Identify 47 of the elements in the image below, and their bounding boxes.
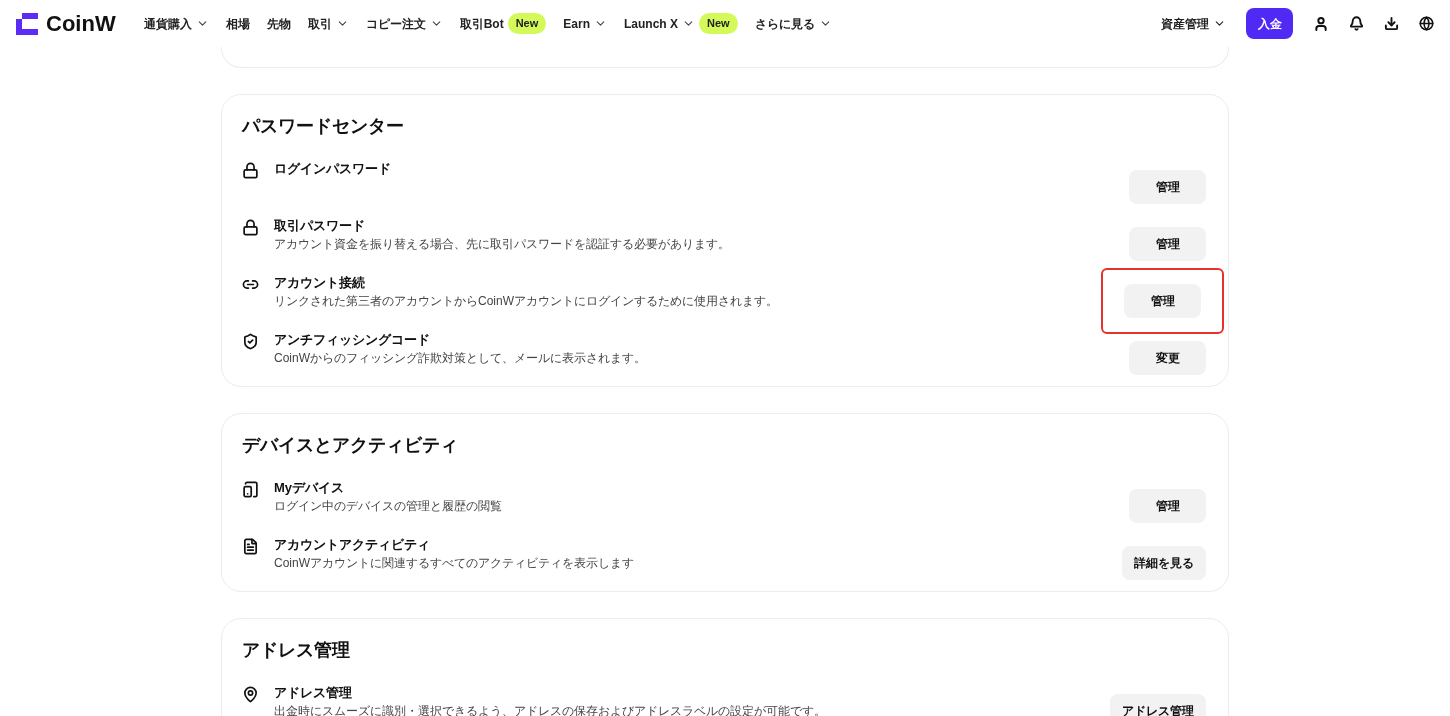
download-icon[interactable] xyxy=(1384,16,1399,31)
item-title: アンチフィッシングコード xyxy=(274,332,431,348)
section-title: アドレス管理 xyxy=(242,640,351,660)
new-badge: New xyxy=(507,13,547,34)
nav-link[interactable]: 取引 xyxy=(307,14,349,33)
item-title: ログインパスワード xyxy=(274,161,391,177)
manage-button[interactable]: 管理 xyxy=(1129,226,1206,261)
deposit-button[interactable]: 入金 xyxy=(1246,8,1293,39)
map-pin-icon xyxy=(242,686,259,703)
user-icon[interactable] xyxy=(1313,15,1329,32)
item-title: アカウントアクティビティ xyxy=(274,537,431,553)
section-title: パスワードセンター xyxy=(242,116,405,136)
manage-button[interactable]: 変更 xyxy=(1129,340,1206,375)
assets-menu[interactable]: 資産管理 xyxy=(1161,14,1226,33)
manage-button[interactable]: 詳細を見る xyxy=(1122,545,1206,580)
section-title: デバイスとアクティビティ xyxy=(242,435,459,455)
item-description: ログイン中のデバイスの管理と履歴の閲覧 xyxy=(274,499,502,514)
item-title: アドレス管理 xyxy=(274,685,353,701)
new-badge: New xyxy=(699,13,738,34)
manage-button[interactable]: アドレス管理 xyxy=(1110,693,1206,716)
item-title: 取引パスワード xyxy=(274,218,366,234)
nav-link[interactable]: コピー注文 xyxy=(365,14,443,33)
logo-text: CoinW xyxy=(46,10,116,38)
nav-link[interactable]: 通貨購入 xyxy=(143,14,209,33)
item-description: CoinWからのフィッシング詐欺対策として、メールに表示されます。 xyxy=(274,351,646,366)
manage-button[interactable]: 管理 xyxy=(1129,488,1206,523)
item-title: Myデバイス xyxy=(274,480,346,496)
nav-link[interactable]: 先物 xyxy=(266,14,291,33)
device-icon xyxy=(242,481,259,498)
nav-link[interactable]: 相場 xyxy=(225,14,250,33)
item-description: リンクされた第三者のアカウントからCoinWアカウントにログインするために使用されます。 xyxy=(274,294,778,309)
manage-button[interactable]: 管理 xyxy=(1129,169,1206,204)
item-description: CoinWアカウントに関連するすべてのアクティビティを表示します xyxy=(274,556,634,571)
manage-button[interactable]: 管理 xyxy=(1124,283,1201,318)
logo-icon xyxy=(16,12,38,35)
nav-link[interactable]: Launch X xyxy=(623,14,695,33)
lock-icon xyxy=(242,219,259,236)
lock-icon xyxy=(242,162,259,179)
bell-icon[interactable] xyxy=(1349,16,1364,31)
document-icon xyxy=(242,538,259,555)
item-title: アカウント接続 xyxy=(274,275,366,291)
item-description: アカウント資金を振り替える場合、先に取引パスワードを認証する必要があります。 xyxy=(274,237,730,252)
nav-link[interactable]: さらに見る xyxy=(754,14,832,33)
nav-link[interactable]: Earn xyxy=(563,14,607,33)
globe-icon[interactable] xyxy=(1419,16,1434,31)
shield-icon xyxy=(242,333,259,350)
nav-link[interactable]: 取引Bot xyxy=(459,14,504,33)
